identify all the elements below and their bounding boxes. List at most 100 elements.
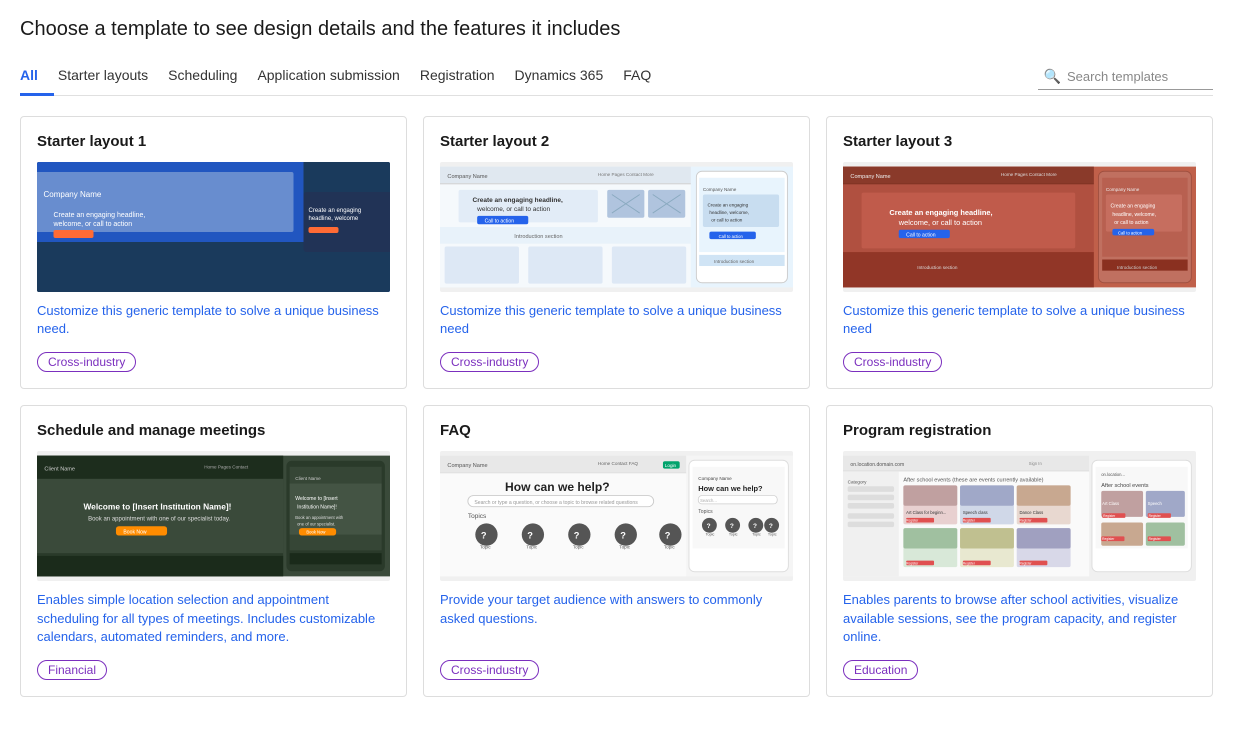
svg-text:Create an engaging headline,: Create an engaging headline, xyxy=(93,201,196,210)
svg-text:Create an engaging: Create an engaging xyxy=(1111,203,1156,209)
svg-text:welcome, or call to action: welcome, or call to action xyxy=(296,206,359,212)
svg-text:Book an appointment with: Book an appointment with xyxy=(295,515,344,520)
svg-text:Category: Category xyxy=(848,480,867,485)
svg-text:Company Name: Company Name xyxy=(850,174,890,180)
svg-text:?: ? xyxy=(527,531,533,541)
card-description: Customize this generic template to solve… xyxy=(440,302,793,338)
search-input[interactable] xyxy=(1067,69,1207,84)
card-tag: Education xyxy=(843,660,918,680)
svg-text:Introduction section: Introduction section xyxy=(295,269,327,273)
card-description: Enables simple location selection and ap… xyxy=(37,591,390,646)
svg-text:Home Pages Contact More: Home Pages Contact More xyxy=(1001,172,1057,177)
card-description: Customize this generic template to solve… xyxy=(37,302,390,338)
page-title: Choose a template to see design details … xyxy=(20,18,1213,41)
svg-text:Topic: Topic xyxy=(752,533,761,537)
card-title: Starter layout 1 xyxy=(37,133,390,150)
svg-text:one of our specialist.: one of our specialist. xyxy=(297,522,335,527)
svg-text:Topic: Topic xyxy=(729,533,738,537)
card-program: Program registration on.location.domain.… xyxy=(826,405,1213,697)
svg-text:Client Name: Client Name xyxy=(44,467,75,473)
svg-text:Call to action: Call to action xyxy=(300,217,321,221)
card-description: Enables parents to browse after school a… xyxy=(843,591,1196,646)
card-thumbnail: Company Name Home Pages Contact More Cre… xyxy=(843,162,1196,292)
tab-application[interactable]: Application submission xyxy=(253,59,415,96)
svg-text:on.location...: on.location... xyxy=(1101,472,1125,477)
svg-text:Login: Login xyxy=(665,463,677,468)
svg-text:Home Pages Contact More Ite: Home Pages Contact More Items xyxy=(223,174,292,179)
svg-text:Topic: Topic xyxy=(526,545,537,550)
tab-all[interactable]: All xyxy=(20,59,54,96)
card-starter2: Starter layout 2 Company Name Home Pages… xyxy=(423,116,810,389)
svg-text:Welcome to [Insert Institution: Welcome to [Insert Institution Name]! xyxy=(83,502,231,512)
svg-text:Topic: Topic xyxy=(619,545,630,550)
svg-text:After school events: After school events xyxy=(1101,484,1149,490)
card-tag: Cross-industry xyxy=(843,352,942,372)
card-starter1: Starter layout 1 Company Name Home Pages… xyxy=(20,116,407,389)
svg-text:Speech class: Speech class xyxy=(963,511,988,516)
card-thumbnail: Company Name Home Pages Contact More Ite… xyxy=(37,162,390,292)
svg-text:Sign In: Sign In xyxy=(1029,461,1043,466)
svg-text:Register: Register xyxy=(906,562,919,566)
search-box[interactable]: 🔍 xyxy=(1038,64,1213,90)
nav-bar: All Starter layouts Scheduling Applicati… xyxy=(20,59,1213,96)
card-thumbnail: Company Name Home Contact FAQ Login How … xyxy=(440,451,793,581)
svg-text:Create an engaging headline,: Create an engaging headline, xyxy=(889,208,992,217)
svg-text:or call to action: or call to action xyxy=(1114,220,1148,226)
card-tag: Financial xyxy=(37,660,107,680)
svg-text:Register: Register xyxy=(1103,514,1116,518)
svg-text:Search or type a question, or: Search or type a question, or choose a t… xyxy=(474,500,638,506)
svg-text:Topics: Topics xyxy=(698,510,713,516)
card-tag: Cross-industry xyxy=(440,352,539,372)
card-thumbnail: Client Name Home Pages Contact Welcome t… xyxy=(37,451,390,581)
svg-text:?: ? xyxy=(665,531,671,541)
card-title: Starter layout 3 xyxy=(843,133,1196,150)
svg-text:Company Name: Company Name xyxy=(51,179,91,185)
card-thumbnail: on.location.domain.com Sign In Category … xyxy=(843,451,1196,581)
svg-text:Introduction section: Introduction section xyxy=(714,259,755,264)
svg-text:Topic: Topic xyxy=(573,545,584,550)
svg-text:Welcome to [Insert: Welcome to [Insert xyxy=(295,497,338,503)
svg-text:Art Class: Art Class xyxy=(1102,501,1119,506)
card-title: Schedule and manage meetings xyxy=(37,422,390,439)
svg-text:Topics: Topics xyxy=(468,513,487,520)
svg-text:Call to action: Call to action xyxy=(485,218,515,224)
tab-registration[interactable]: Registration xyxy=(416,59,511,96)
svg-text:Topic: Topic xyxy=(768,533,777,537)
svg-text:Company Name: Company Name xyxy=(1106,187,1140,192)
svg-text:Company Name: Company Name xyxy=(703,187,737,192)
svg-text:?: ? xyxy=(481,531,487,541)
svg-text:?: ? xyxy=(769,523,773,530)
svg-text:Register: Register xyxy=(1149,538,1162,542)
svg-text:Create an engaging: Create an engaging xyxy=(708,203,749,208)
card-description: Customize this generic template to solve… xyxy=(843,302,1196,338)
tab-starter[interactable]: Starter layouts xyxy=(54,59,164,96)
tab-scheduling[interactable]: Scheduling xyxy=(164,59,253,96)
svg-text:or call to action: or call to action xyxy=(711,217,743,222)
svg-text:Create an engaging headline,: Create an engaging headline, xyxy=(295,198,368,204)
cards-grid: Starter layout 1 Company Name Home Pages… xyxy=(20,116,1213,697)
svg-text:Create an engaging headline,: Create an engaging headline, xyxy=(473,197,563,204)
svg-text:Client Name: Client Name xyxy=(295,476,321,481)
svg-text:Search...: Search... xyxy=(700,498,717,503)
svg-text:Dance Class: Dance Class xyxy=(1020,511,1044,516)
card-thumbnail: Company Name Home Pages Contact More Cre… xyxy=(440,162,793,292)
svg-text:headline, welcome,: headline, welcome, xyxy=(1112,212,1156,218)
svg-text:Introduction section: Introduction section xyxy=(46,252,87,257)
tab-dynamics[interactable]: Dynamics 365 xyxy=(511,59,620,96)
svg-text:welcome, or call to action: welcome, or call to action xyxy=(476,206,550,213)
svg-text:Call to action: Call to action xyxy=(104,228,136,234)
svg-text:Register: Register xyxy=(963,562,976,566)
svg-text:Company Name: Company Name xyxy=(698,476,732,481)
svg-text:Institution Name]!: Institution Name]! xyxy=(297,505,337,511)
svg-text:?: ? xyxy=(620,531,626,541)
card-title: Program registration xyxy=(843,422,1196,439)
svg-text:on.location.domain.com: on.location.domain.com xyxy=(850,462,904,468)
card-schedule: Schedule and manage meetings Client Name… xyxy=(20,405,407,697)
tab-faq[interactable]: FAQ xyxy=(619,59,667,96)
card-starter3: Starter layout 3 Company Name Home Pages… xyxy=(826,116,1213,389)
svg-text:Register: Register xyxy=(1020,519,1033,523)
svg-text:Call to action: Call to action xyxy=(1118,230,1143,235)
svg-text:Introduction section: Introduction section xyxy=(514,234,562,240)
svg-text:Create a short paragraph that: Create a short paragraph that shows your… xyxy=(46,261,197,265)
svg-text:Speech: Speech xyxy=(1148,501,1163,506)
